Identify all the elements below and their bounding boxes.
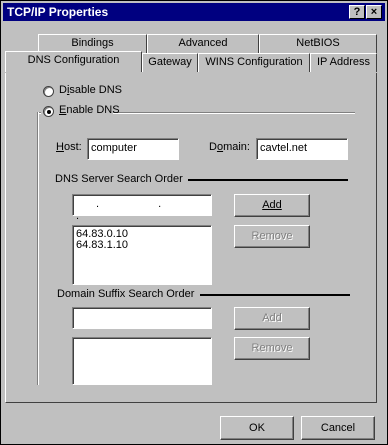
- domain-suffix-list[interactable]: [72, 337, 212, 385]
- close-button[interactable]: ×: [366, 5, 382, 19]
- dns-server-ip-input[interactable]: . . .: [72, 194, 212, 222]
- tab-dns-configuration[interactable]: DNS Configuration: [5, 51, 142, 74]
- tab-advanced[interactable]: Advanced: [147, 34, 259, 53]
- domain-input[interactable]: cavtel.net: [256, 138, 348, 160]
- tab-wins-configuration[interactable]: WINS Configuration: [198, 53, 310, 72]
- add-dns-server-button[interactable]: Add: [234, 194, 310, 217]
- domain-suffix-search-order-label: Domain Suffix Search Order: [57, 288, 195, 300]
- group-left-border: [37, 112, 39, 385]
- enable-dns-label: Enable DNS: [59, 104, 120, 116]
- enable-dns-radio[interactable]: [43, 106, 54, 117]
- dns-server-search-order-label: DNS Server Search Order: [55, 173, 183, 185]
- domain-suffix-input[interactable]: [72, 307, 212, 329]
- ok-button[interactable]: OK: [220, 416, 294, 440]
- help-button[interactable]: ?: [349, 5, 365, 19]
- dns-server-list[interactable]: 64.83.0.10 64.83.1.10: [72, 225, 212, 285]
- host-label: Host:: [56, 141, 82, 153]
- cancel-button[interactable]: Cancel: [301, 416, 375, 440]
- window-title: TCP/IP Properties: [7, 5, 109, 19]
- dns-server-separator: [188, 179, 348, 181]
- disable-dns-radio[interactable]: [43, 86, 54, 97]
- tab-netbios[interactable]: NetBIOS: [259, 34, 377, 53]
- title-bar: TCP/IP Properties ? ×: [3, 3, 385, 21]
- disable-dns-label: Disable DNS: [59, 84, 122, 96]
- remove-dns-server-button[interactable]: Remove: [234, 225, 310, 248]
- host-input[interactable]: computer: [87, 138, 179, 160]
- close-icon: ×: [370, 6, 378, 18]
- remove-domain-suffix-button[interactable]: Remove: [234, 337, 310, 360]
- add-domain-suffix-button[interactable]: Add: [234, 307, 310, 330]
- tab-ip-address[interactable]: IP Address: [310, 53, 377, 72]
- tab-gateway[interactable]: Gateway: [142, 53, 198, 72]
- help-icon: ?: [353, 6, 361, 18]
- domain-label: Domain:: [209, 141, 250, 153]
- list-item[interactable]: 64.83.1.10: [76, 240, 211, 251]
- domain-suffix-separator: [200, 294, 350, 296]
- dialog-window: TCP/IP Properties ? × Bindings Advanced …: [0, 0, 388, 445]
